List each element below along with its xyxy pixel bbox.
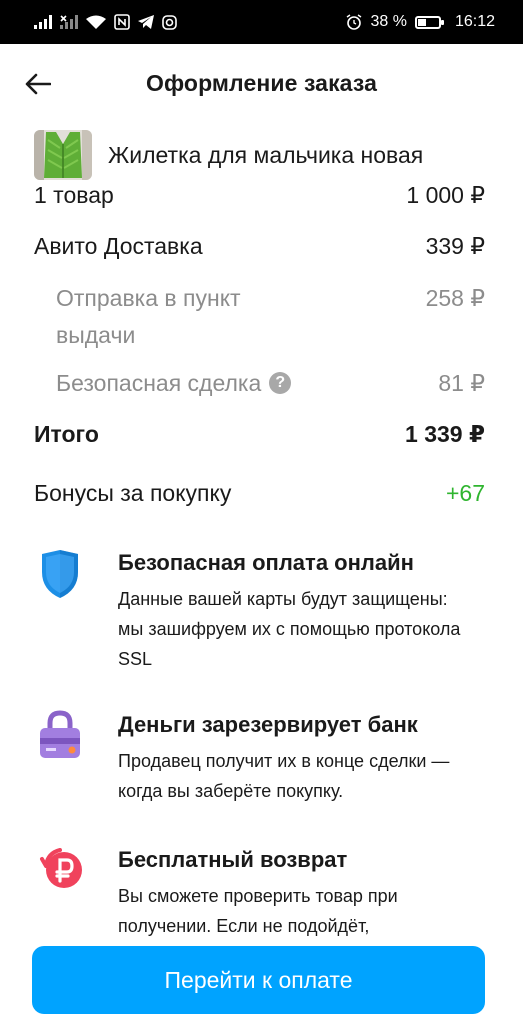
total-value: 1 339 ₽ bbox=[405, 421, 485, 447]
feature-secure-payment: Безопасная оплата онлайн Данные вашей ка… bbox=[34, 548, 493, 674]
alarm-icon bbox=[346, 14, 362, 30]
items-row: 1 товар 1 000 ₽ bbox=[34, 182, 485, 209]
wifi-icon bbox=[86, 15, 106, 30]
bonus-value: +67 bbox=[445, 480, 485, 506]
bonus-row: Бонусы за покупку +67 bbox=[34, 480, 485, 507]
question-icon[interactable]: ? bbox=[269, 371, 292, 394]
product-thumbnail bbox=[34, 130, 92, 180]
pickup-row: Отправка в пункт выдачи 258 ₽ bbox=[56, 280, 485, 354]
telegram-icon bbox=[138, 15, 154, 29]
feature-description: Вы сможете проверить товар при получении… bbox=[118, 886, 398, 936]
feature-description: Продавец получит их в конце сделки — ког… bbox=[118, 751, 450, 801]
ruble-return-icon bbox=[34, 845, 102, 941]
feature-description: Данные вашей карты будут защищены: мы за… bbox=[118, 589, 461, 669]
safe-deal-row: Безопасная сделка? 81 ₽ bbox=[56, 370, 485, 397]
signal-icon bbox=[34, 15, 52, 29]
delivery-row: Авито Доставка 339 ₽ bbox=[34, 233, 485, 260]
items-value: 1 000 ₽ bbox=[406, 182, 485, 208]
safe-deal-value: 81 ₽ bbox=[438, 370, 485, 396]
instagram-icon bbox=[162, 14, 177, 30]
feature-title: Деньги зарезервирует банк bbox=[118, 712, 418, 737]
nfc-icon bbox=[114, 14, 130, 30]
lock-card-icon bbox=[34, 710, 102, 806]
delivery-value: 339 ₽ bbox=[425, 233, 485, 259]
pickup-value: 258 ₽ bbox=[425, 285, 485, 311]
status-icons-left bbox=[34, 14, 177, 30]
feature-title: Бесплатный возврат bbox=[118, 847, 348, 872]
total-label: Итого bbox=[34, 421, 99, 447]
feature-title: Безопасная оплата онлайн bbox=[118, 550, 414, 575]
safe-deal-label: Безопасная сделка bbox=[56, 370, 262, 396]
page-title: Оформление заказа bbox=[146, 70, 377, 96]
delivery-label: Авито Доставка bbox=[34, 233, 203, 259]
status-bar: 38 % 16:12 bbox=[0, 0, 523, 44]
feature-bank-reserve: Деньги зарезервирует банк Продавец получ… bbox=[34, 710, 493, 806]
clock: 16:12 bbox=[454, 13, 495, 30]
status-icons-right: 38 % 16:12 bbox=[346, 13, 495, 31]
battery-percent: 38 % bbox=[370, 13, 407, 30]
items-label: 1 товар bbox=[34, 182, 114, 208]
shield-icon bbox=[34, 548, 102, 674]
feature-free-return: Бесплатный возврат Вы сможете проверить … bbox=[34, 845, 493, 941]
product-row[interactable]: Жилетка для мальчика новая bbox=[34, 128, 493, 182]
header: Оформление заказа bbox=[0, 56, 523, 112]
proceed-to-payment-button[interactable]: Перейти к оплате bbox=[32, 946, 485, 1014]
battery-icon bbox=[414, 15, 444, 29]
pickup-label: Отправка в пункт выдачи bbox=[56, 285, 241, 348]
product-name: Жилетка для мальчика новая bbox=[108, 141, 424, 168]
no-sim-signal-icon bbox=[60, 15, 78, 29]
total-row: Итого 1 339 ₽ bbox=[34, 421, 485, 448]
bonus-label: Бонусы за покупку bbox=[34, 480, 232, 506]
